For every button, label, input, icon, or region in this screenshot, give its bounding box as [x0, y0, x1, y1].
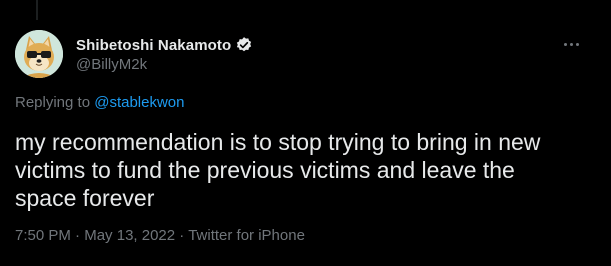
tweet-meta: 7:50 PM · May 13, 2022 · Twitter for iPh…: [15, 227, 305, 244]
replying-to-prefix: Replying to: [15, 94, 95, 111]
tweet-source-link[interactable]: Twitter for iPhone: [188, 227, 305, 244]
tweet-time-link[interactable]: 7:50 PM: [15, 227, 71, 244]
replying-to-line: Replying to @stablekwon: [15, 94, 185, 111]
more-horizontal-icon: [563, 42, 567, 46]
meta-separator: ·: [175, 227, 189, 244]
avatar[interactable]: [15, 30, 63, 78]
more-options-button[interactable]: [556, 34, 586, 54]
reply-mention-link[interactable]: @stablekwon: [94, 94, 184, 111]
author-handle[interactable]: @BillyM2k: [76, 56, 147, 73]
tweet-date-link[interactable]: May 13, 2022: [84, 227, 175, 244]
tweet-card: Shibetoshi Nakamoto @BillyM2k Replying t…: [0, 0, 611, 266]
tweet-text: my recommendation is to stop trying to b…: [15, 129, 541, 211]
shiba-avatar-icon: [15, 30, 63, 78]
thread-connector-line: [36, 0, 38, 20]
more-dot: [575, 42, 579, 46]
author-name-row[interactable]: Shibetoshi Nakamoto: [76, 34, 253, 56]
more-dot: [569, 42, 573, 46]
author-display-name[interactable]: Shibetoshi Nakamoto: [76, 37, 231, 54]
meta-separator: ·: [70, 227, 85, 244]
verified-badge-icon: [235, 36, 253, 54]
